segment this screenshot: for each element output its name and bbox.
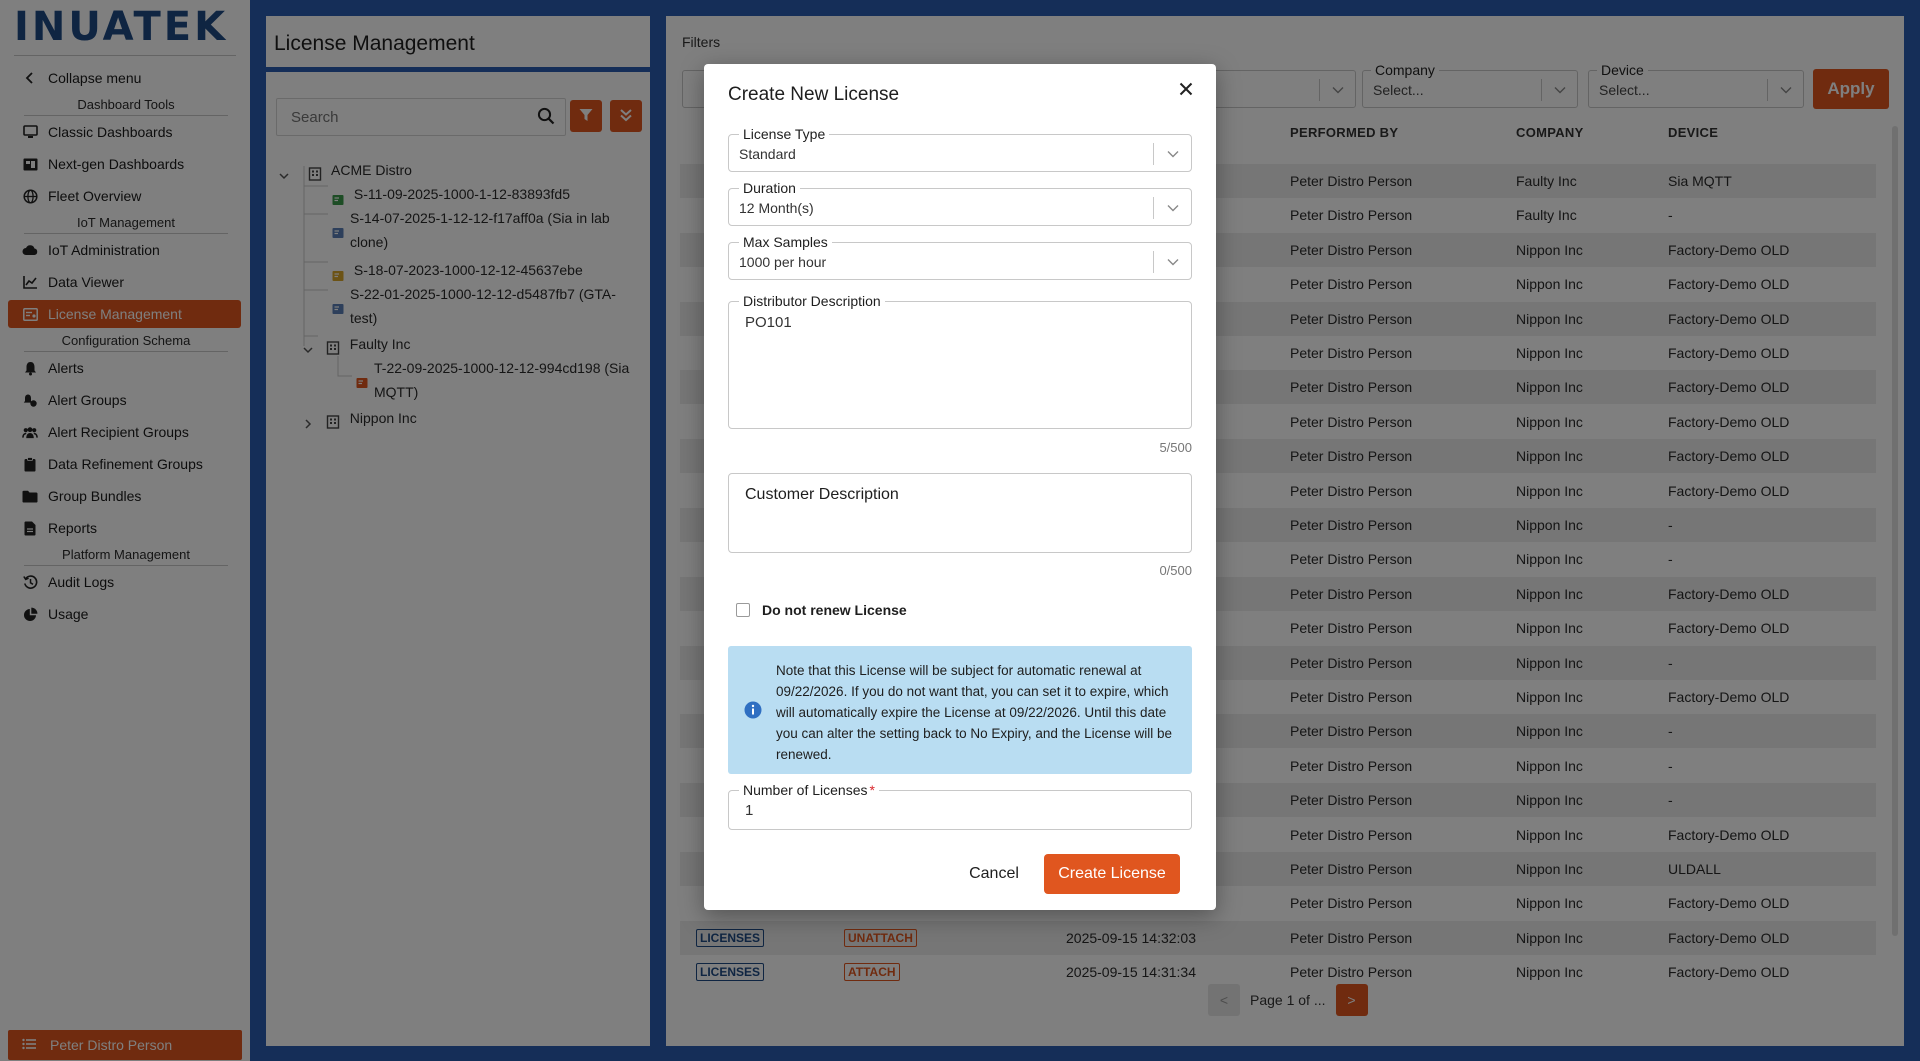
license-type-select[interactable]: License Type Standard (728, 126, 1192, 172)
license-type-value: Standard (739, 146, 796, 162)
customer-description-label: Customer Description (745, 486, 899, 503)
customer-description-counter: 0/500 (1159, 563, 1192, 578)
distributor-description-counter: 5/500 (1159, 440, 1192, 455)
max-samples-select[interactable]: Max Samples 1000 per hour (728, 234, 1192, 280)
chevron-down-icon (1153, 143, 1191, 165)
max-samples-value: 1000 per hour (739, 254, 827, 270)
info-icon (744, 701, 762, 719)
do-not-renew-checkbox[interactable] (736, 603, 750, 617)
license-type-label: License Type (739, 126, 830, 142)
chevron-down-icon (1153, 251, 1191, 273)
close-icon (1179, 82, 1193, 99)
do-not-renew-row: Do not renew License (736, 602, 907, 618)
max-samples-label: Max Samples (739, 234, 832, 250)
number-of-licenses-input[interactable] (745, 802, 1165, 819)
number-of-licenses-label-text: Number of Licenses (743, 782, 868, 798)
number-of-licenses-label: Number of Licenses * (739, 782, 879, 798)
chevron-down-icon (1153, 197, 1191, 219)
cancel-button[interactable]: Cancel (960, 856, 1028, 892)
distributor-description-value: PO101 (745, 314, 792, 331)
duration-select[interactable]: Duration 12 Month(s) (728, 180, 1192, 226)
dialog-title: Create New License (728, 84, 900, 105)
duration-value: 12 Month(s) (739, 200, 814, 216)
create-license-button[interactable]: Create License (1044, 854, 1180, 894)
number-of-licenses-field: Number of Licenses * (728, 782, 1192, 830)
renewal-info-text: Note that this License will be subject f… (776, 663, 1172, 762)
do-not-renew-label[interactable]: Do not renew License (762, 602, 907, 618)
required-mark: * (869, 782, 875, 798)
renewal-info-box: Note that this License will be subject f… (728, 646, 1192, 774)
customer-description-textarea[interactable]: Customer Description (728, 473, 1192, 553)
distributor-description-label: Distributor Description (739, 293, 885, 309)
duration-label: Duration (739, 180, 800, 196)
create-license-dialog: Create New License License Type Standard… (704, 64, 1216, 910)
distributor-description-textarea[interactable]: Distributor Description PO101 (728, 293, 1192, 429)
close-dialog-button[interactable] (1174, 78, 1198, 102)
